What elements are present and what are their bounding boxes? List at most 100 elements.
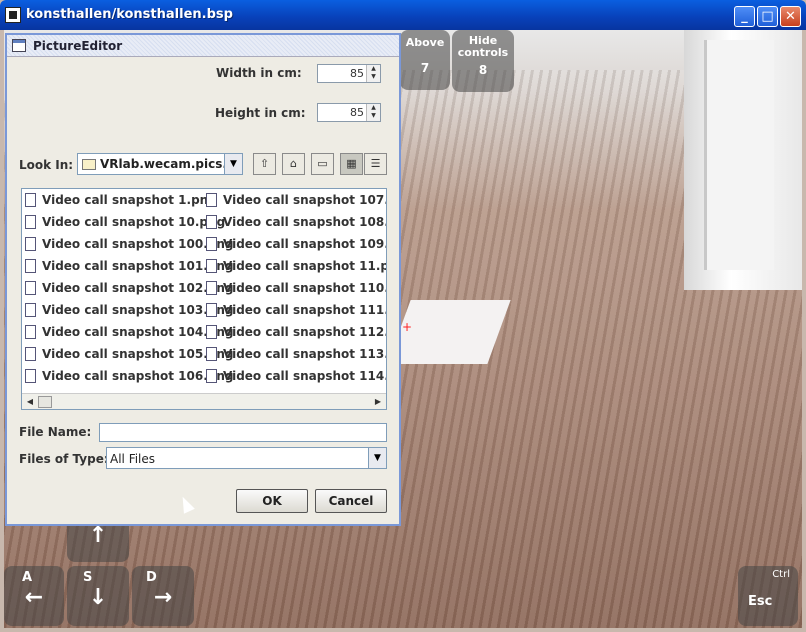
arrow-down-icon: ↓ [88, 585, 108, 610]
file-icon [25, 303, 36, 317]
window-titlebar[interactable]: konsthallen/konsthallen.bsp _ □ ✕ [0, 0, 806, 30]
arrow-left-icon: ← [24, 585, 44, 610]
file-icon [206, 347, 217, 361]
file-name-input[interactable] [99, 423, 387, 442]
key-ctrl-label: Ctrl [772, 569, 790, 580]
look-in-combo[interactable]: VRlab.wecam.pics.... ▼ [77, 153, 243, 175]
file-icon [206, 259, 217, 273]
file-icon [206, 325, 217, 339]
key-a-button[interactable]: A ← [4, 566, 64, 626]
list-item[interactable]: Video call snapshot 113.png [203, 345, 386, 365]
maximize-button[interactable]: □ [757, 6, 778, 27]
home-icon: ⌂ [290, 157, 297, 170]
window-icon [12, 39, 26, 52]
look-in-value: VRlab.wecam.pics.... [100, 157, 241, 171]
up-folder-button[interactable]: ⇧ [253, 153, 276, 175]
spinner-arrows-icon[interactable]: ▲ ▼ [366, 65, 380, 82]
file-icon [25, 369, 36, 383]
key-a-label: A [22, 570, 33, 585]
new-folder-button[interactable]: ▭ [311, 153, 334, 175]
arrow-up-icon: ↑ [88, 523, 108, 548]
list-item[interactable]: Video call snapshot 10.png [22, 213, 225, 233]
list-item[interactable]: Video call snapshot 102.png [22, 279, 234, 299]
close-button[interactable]: ✕ [780, 6, 801, 27]
key-d-button[interactable]: D → [132, 566, 194, 626]
list-item[interactable]: Video call snapshot 106.png [22, 367, 234, 387]
file-icon [206, 193, 217, 207]
home-button[interactable]: ⌂ [282, 153, 305, 175]
file-icon [25, 193, 36, 207]
file-icon [25, 281, 36, 295]
window-title: konsthallen/konsthallen.bsp [26, 7, 233, 22]
up-folder-icon: ⇧ [259, 157, 270, 170]
list-item[interactable]: Video call snapshot 103.png [22, 301, 234, 321]
files-of-type-combo[interactable]: All Files ▼ [106, 447, 387, 469]
picture-editor-dialog: PictureEditor Width in cm: 85 ▲ ▼ Height … [5, 33, 401, 526]
key-esc-label: Esc [748, 594, 773, 609]
list-view-button[interactable]: ▦ [340, 153, 363, 175]
folder-icon [82, 159, 96, 170]
scroll-left-icon[interactable]: ◀ [24, 396, 36, 408]
list-view-icon: ▦ [346, 157, 357, 170]
chevron-down-icon[interactable]: ▼ [368, 448, 386, 468]
file-icon [206, 237, 217, 251]
file-list[interactable]: Video call snapshot 1.png Video call sna… [21, 188, 387, 410]
list-item[interactable]: Video call snapshot 114.png [203, 367, 386, 387]
file-icon [206, 369, 217, 383]
list-item[interactable]: Video call snapshot 112.png [203, 323, 386, 343]
key-d-label: D [146, 570, 157, 585]
gallery-wall-panel [704, 40, 774, 270]
cancel-button[interactable]: Cancel [315, 489, 387, 513]
ok-button[interactable]: OK [236, 489, 308, 513]
app-icon [5, 7, 21, 23]
files-of-type-value: All Files [110, 452, 156, 466]
above-label: Above [405, 36, 445, 49]
file-icon [206, 281, 217, 295]
above-button[interactable]: Above 7 [400, 30, 450, 90]
horizontal-scrollbar[interactable]: ◀ ▶ [22, 393, 386, 409]
file-icon [206, 215, 217, 229]
file-icon [25, 237, 36, 251]
key-s-button[interactable]: S ↓ [67, 566, 129, 626]
file-icon [25, 347, 36, 361]
width-value: 85 [350, 67, 364, 80]
dialog-title: PictureEditor [33, 39, 123, 53]
list-item[interactable]: Video call snapshot 101.png [22, 257, 234, 277]
files-of-type-label: Files of Type: [19, 452, 109, 466]
height-label: Height in cm: [215, 106, 306, 120]
key-ctrl-esc-button[interactable]: Ctrl Esc [738, 566, 798, 626]
list-item[interactable]: Video call snapshot 11.png [203, 257, 386, 277]
list-item[interactable]: Video call snapshot 104.png [22, 323, 234, 343]
list-item[interactable]: Video call snapshot 105.png [22, 345, 234, 365]
file-icon [25, 259, 36, 273]
width-label: Width in cm: [216, 66, 302, 80]
hide-controls-key: 8 [478, 63, 488, 77]
height-spinner[interactable]: 85 ▲ ▼ [317, 103, 381, 122]
scroll-right-icon[interactable]: ▶ [372, 396, 384, 408]
file-icon [25, 325, 36, 339]
chevron-down-icon[interactable]: ▼ [224, 154, 242, 174]
list-item[interactable]: Video call snapshot 100.png [22, 235, 234, 255]
scrollbar-thumb[interactable] [38, 396, 52, 408]
file-icon [206, 303, 217, 317]
list-item[interactable]: Video call snapshot 109.png [203, 235, 386, 255]
height-value: 85 [350, 106, 364, 119]
dialog-titlebar[interactable]: PictureEditor [7, 35, 399, 57]
list-item[interactable]: Video call snapshot 108.png [203, 213, 386, 233]
key-s-label: S [83, 570, 93, 585]
hide-controls-button[interactable]: Hide controls 8 [452, 30, 514, 92]
details-view-icon: ☰ [370, 157, 381, 170]
spinner-arrows-icon[interactable]: ▲ ▼ [366, 104, 380, 121]
list-item[interactable]: Video call snapshot 111.png [203, 301, 386, 321]
file-name-label: File Name: [19, 425, 92, 439]
list-item[interactable]: Video call snapshot 110.png [203, 279, 386, 299]
list-item[interactable]: Video call snapshot 107.png [203, 191, 386, 211]
width-spinner[interactable]: 85 ▲ ▼ [317, 64, 381, 83]
hide-controls-label: Hide controls [457, 34, 509, 59]
above-key: 7 [420, 61, 430, 75]
crosshair-icon: + [402, 320, 413, 334]
file-icon [25, 215, 36, 229]
list-item[interactable]: Video call snapshot 1.png [22, 191, 217, 211]
minimize-button[interactable]: _ [734, 6, 755, 27]
details-view-button[interactable]: ☰ [364, 153, 387, 175]
